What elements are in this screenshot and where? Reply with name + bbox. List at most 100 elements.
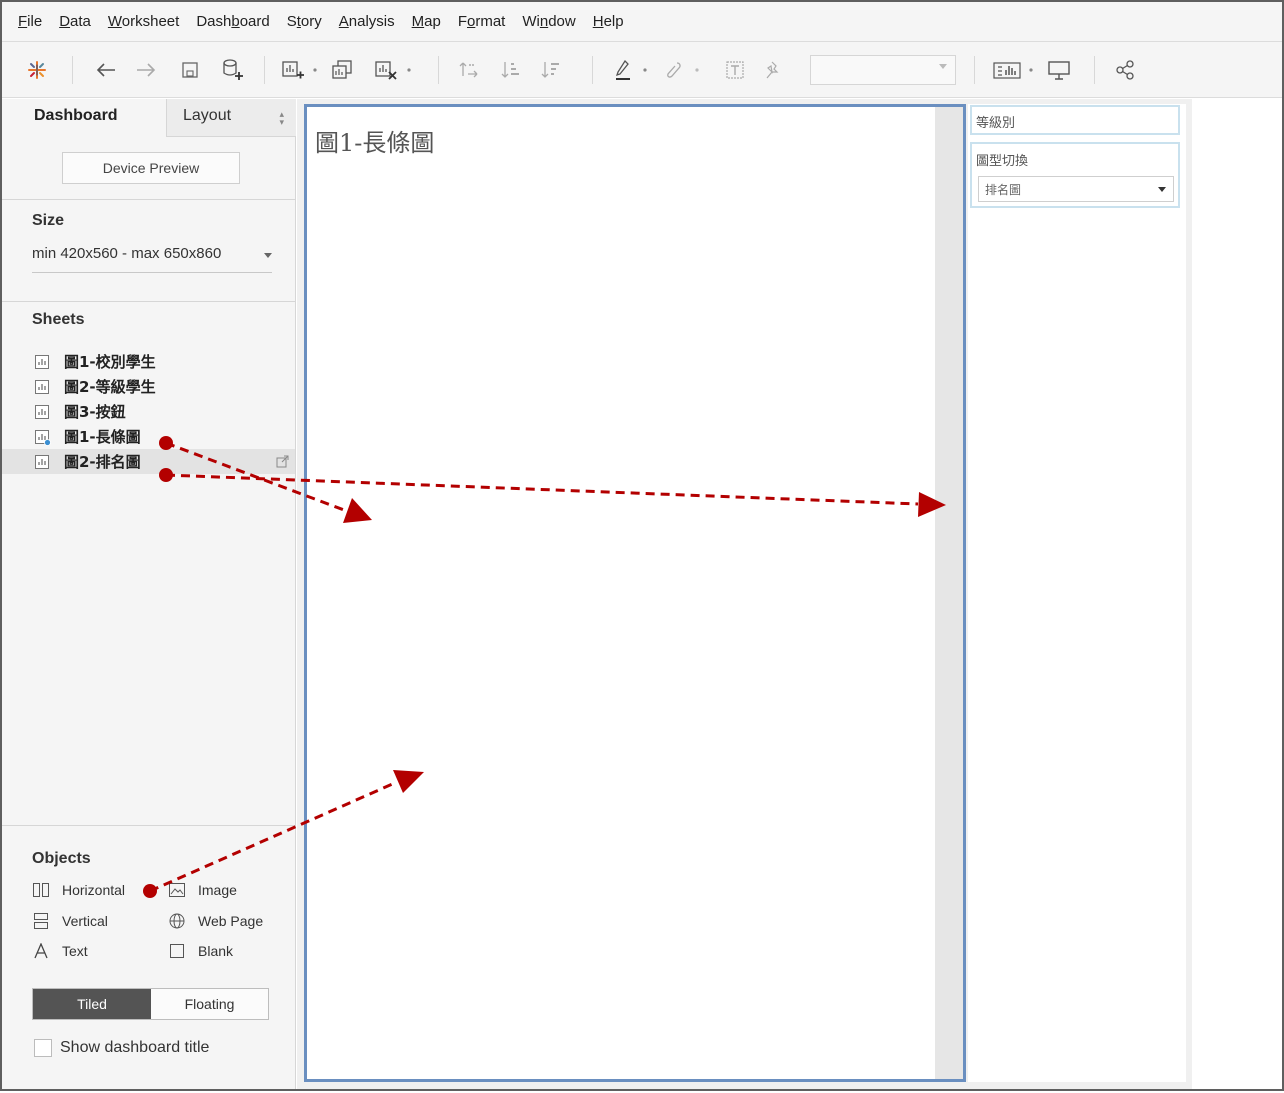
show-dashboard-title-checkbox[interactable] bbox=[34, 1039, 52, 1057]
floating-button[interactable]: Floating bbox=[151, 989, 268, 1019]
globe-icon bbox=[168, 912, 186, 930]
sheet-item[interactable]: 圖1-長條圖 bbox=[2, 424, 295, 449]
menu-data[interactable]: Data bbox=[59, 10, 91, 33]
object-label: Vertical bbox=[62, 913, 108, 929]
show-me-icon[interactable] bbox=[990, 52, 1024, 88]
tableau-logo-icon[interactable] bbox=[24, 52, 50, 88]
toolbar-separator bbox=[264, 56, 265, 84]
tiled-button[interactable]: Tiled bbox=[33, 989, 151, 1019]
group-members-icon[interactable] bbox=[660, 52, 688, 88]
menu-mnemonic: n bbox=[539, 13, 549, 30]
object-vertical[interactable]: Vertical bbox=[32, 912, 108, 930]
swap-rows-columns-icon[interactable] bbox=[454, 52, 484, 88]
menu-story[interactable]: Story bbox=[287, 10, 322, 33]
parameter-value: 排名圖 bbox=[985, 183, 1022, 197]
new-worksheet-icon[interactable] bbox=[278, 52, 308, 88]
text-object-icon bbox=[32, 942, 50, 960]
toolbar-separator bbox=[438, 56, 439, 84]
chevron-down-icon bbox=[939, 64, 947, 69]
chevron-down-icon[interactable] bbox=[1024, 52, 1038, 88]
menu-worksheet[interactable]: Worksheet bbox=[108, 10, 179, 33]
chevron-down-icon[interactable] bbox=[690, 52, 704, 88]
worksheet-icon bbox=[35, 354, 49, 369]
menu-map[interactable]: Map bbox=[412, 10, 441, 33]
object-label: Web Page bbox=[198, 913, 264, 929]
sheet-item-selected[interactable]: 圖2-排名圖 bbox=[2, 449, 295, 474]
dashboard-right-column bbox=[968, 104, 1186, 1082]
worksheet-icon bbox=[35, 404, 49, 419]
go-to-sheet-icon[interactable] bbox=[276, 454, 289, 472]
parameter-dropdown[interactable]: 排名圖 bbox=[978, 176, 1174, 202]
sheet-item[interactable]: 圖1-校別學生 bbox=[2, 349, 295, 374]
object-web-page[interactable]: Web Page bbox=[168, 912, 263, 930]
undo-arrow-icon[interactable] bbox=[90, 52, 122, 88]
sheet-label: 圖1-校別學生 bbox=[64, 353, 156, 371]
sheet-item[interactable]: 圖2-等級學生 bbox=[2, 374, 295, 399]
clear-sheet-icon[interactable] bbox=[370, 52, 402, 88]
sort-ascending-icon[interactable] bbox=[496, 52, 526, 88]
up-down-arrows-icon: ▴ ▾ bbox=[279, 109, 284, 127]
divider bbox=[2, 199, 295, 200]
highlight-icon[interactable] bbox=[608, 52, 638, 88]
object-image[interactable]: Image bbox=[168, 881, 237, 899]
save-icon[interactable] bbox=[174, 52, 206, 88]
menu-label: orksheet bbox=[121, 13, 180, 30]
tab-layout[interactable]: Layout ▴ ▾ bbox=[166, 99, 296, 137]
menu-label: Wi bbox=[522, 13, 540, 30]
sheet-label: 圖1-長條圖 bbox=[64, 428, 141, 446]
menu-help[interactable]: Help bbox=[593, 10, 624, 33]
container-drop-zone[interactable] bbox=[935, 107, 963, 1079]
new-datasource-icon[interactable] bbox=[216, 52, 248, 88]
menu-file[interactable]: File bbox=[18, 10, 42, 33]
fix-axes-icon[interactable] bbox=[758, 52, 786, 88]
chevron-down-icon[interactable] bbox=[308, 52, 322, 88]
menu-label: ory bbox=[300, 13, 322, 30]
object-label: Blank bbox=[198, 943, 234, 959]
menu-window[interactable]: Window bbox=[522, 10, 575, 33]
device-preview-button[interactable]: Device Preview bbox=[62, 152, 240, 184]
menu-format[interactable]: Format bbox=[458, 10, 506, 33]
parameter-title: 圖型切換 bbox=[976, 154, 1029, 169]
dashboard-size-dropdown[interactable]: min 420x560 - max 650x860 bbox=[32, 245, 272, 273]
vertical-container-icon bbox=[32, 912, 50, 930]
menu-label: ata bbox=[70, 13, 91, 30]
chevron-down-icon[interactable] bbox=[638, 52, 652, 88]
tab-dashboard[interactable]: Dashboard bbox=[2, 99, 166, 137]
worksheet-icon bbox=[35, 379, 49, 394]
redo-arrow-icon[interactable] bbox=[130, 52, 162, 88]
sheet-item[interactable]: 圖3-按鈕 bbox=[2, 399, 295, 424]
menu-label: dow bbox=[548, 13, 576, 30]
dashboard-side-pane: Dashboard Layout ▴ ▾ Device Preview Size … bbox=[2, 99, 296, 1089]
worksheet-in-use-icon bbox=[35, 429, 51, 446]
menu-mnemonic: D bbox=[59, 13, 71, 30]
chevron-down-icon[interactable] bbox=[402, 52, 416, 88]
tab-layout-label: Layout bbox=[183, 107, 232, 124]
menu-mnemonic: M bbox=[411, 13, 425, 30]
object-text[interactable]: Text bbox=[32, 942, 88, 960]
side-pane-tabs: Dashboard Layout ▴ ▾ bbox=[2, 99, 296, 137]
filter-card[interactable]: 等級別 bbox=[970, 105, 1180, 135]
object-horizontal[interactable]: Horizontal bbox=[32, 881, 125, 899]
object-blank[interactable]: Blank bbox=[168, 942, 233, 960]
sheet-label: 圖3-按鈕 bbox=[64, 403, 126, 421]
image-icon bbox=[168, 881, 186, 899]
divider bbox=[2, 825, 295, 826]
share-icon[interactable] bbox=[1108, 52, 1142, 88]
menu-label: ap bbox=[424, 13, 441, 30]
presentation-fit-dropdown[interactable] bbox=[810, 55, 956, 85]
sheet-label: 圖2-等級學生 bbox=[64, 378, 156, 396]
show-labels-icon[interactable] bbox=[720, 52, 750, 88]
toolbar-separator bbox=[1094, 56, 1095, 84]
chevron-down-icon bbox=[1158, 187, 1166, 192]
menu-analysis[interactable]: Analysis bbox=[339, 10, 395, 33]
sort-descending-icon[interactable] bbox=[536, 52, 566, 88]
object-label: Horizontal bbox=[62, 882, 126, 898]
duplicate-sheet-icon[interactable] bbox=[326, 52, 358, 88]
toolbar-separator bbox=[592, 56, 593, 84]
menu-dashboard[interactable]: Dashboard bbox=[196, 10, 269, 33]
presentation-mode-icon[interactable] bbox=[1042, 52, 1076, 88]
horizontal-container[interactable]: 圖1-長條圖 bbox=[304, 104, 966, 1082]
show-dashboard-title-row[interactable]: Show dashboard title bbox=[34, 1039, 209, 1057]
toolbar-separator bbox=[974, 56, 975, 84]
show-dashboard-title-label: Show dashboard title bbox=[60, 1039, 210, 1056]
